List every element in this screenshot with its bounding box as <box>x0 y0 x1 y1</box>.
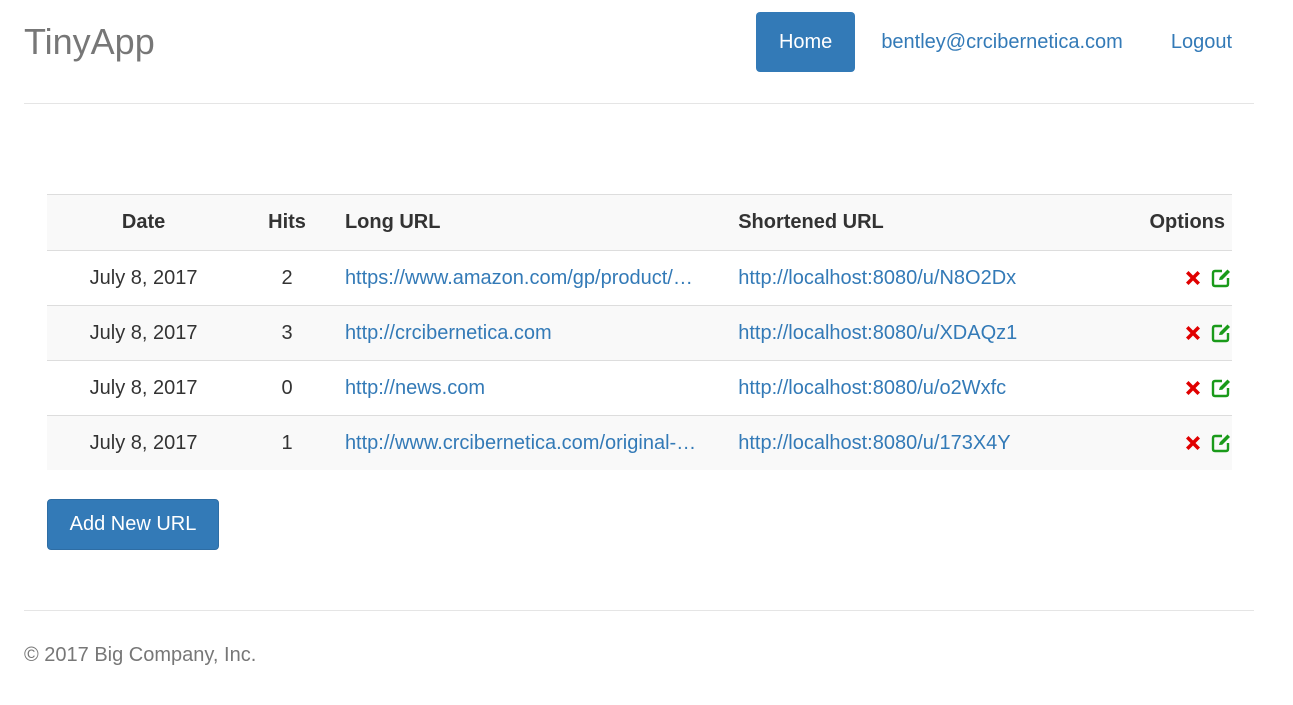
table-row: July 8, 2017 3 http://crcibernetica.com … <box>47 305 1232 361</box>
cell-hits: 0 <box>240 360 334 416</box>
long-url-link[interactable]: http://news.com <box>345 377 485 400</box>
delete-x-icon[interactable] <box>1182 377 1204 399</box>
column-header-hits: Hits <box>240 194 334 251</box>
cell-hits: 1 <box>240 415 334 470</box>
page: TinyApp Home bentley@crcibernetica.com L… <box>0 0 1293 705</box>
cell-date: July 8, 2017 <box>47 415 241 470</box>
delete-x-icon[interactable] <box>1182 267 1204 289</box>
cell-short-url: http://localhost:8080/u/N8O2Dx <box>726 250 1127 306</box>
header: TinyApp Home bentley@crcibernetica.com L… <box>24 0 1254 104</box>
cell-date: July 8, 2017 <box>47 360 241 416</box>
urls-table: Date Hits Long URL Shortened URL Options… <box>47 194 1232 470</box>
top-nav: Home bentley@crcibernetica.com Logout <box>755 12 1254 72</box>
table-row: July 8, 2017 2 https://www.amazon.com/gp… <box>47 250 1232 306</box>
cell-date: July 8, 2017 <box>47 305 241 361</box>
delete-x-icon[interactable] <box>1182 432 1204 454</box>
cell-short-url: http://localhost:8080/u/XDAQz1 <box>726 305 1127 361</box>
delete-x-icon[interactable] <box>1182 322 1204 344</box>
cell-long-url: https://www.amazon.com/gp/product/… <box>333 250 727 306</box>
cell-long-url: http://www.crcibernetica.com/original-… <box>333 415 727 470</box>
nav-home-button[interactable]: Home <box>755 12 856 72</box>
short-url-link[interactable]: http://localhost:8080/u/XDAQz1 <box>738 322 1017 344</box>
column-header-options: Options <box>1127 194 1232 251</box>
brand-logo[interactable]: TinyApp <box>24 20 155 64</box>
cell-hits: 2 <box>240 250 334 306</box>
nav-user-email-link[interactable]: bentley@crcibernetica.com <box>855 12 1146 72</box>
long-url-link[interactable]: https://www.amazon.com/gp/product/… <box>345 267 693 290</box>
cell-short-url: http://localhost:8080/u/o2Wxfc <box>726 360 1127 416</box>
cell-options <box>1127 360 1232 416</box>
column-header-short-url: Shortened URL <box>726 194 1127 251</box>
cell-long-url: http://crcibernetica.com <box>333 305 727 361</box>
short-url-link[interactable]: http://localhost:8080/u/N8O2Dx <box>738 267 1016 289</box>
long-url-link[interactable]: http://crcibernetica.com <box>345 322 552 345</box>
cell-hits: 3 <box>240 305 334 361</box>
cell-date: July 8, 2017 <box>47 250 241 306</box>
short-url-link[interactable]: http://localhost:8080/u/o2Wxfc <box>738 377 1006 399</box>
table-row: July 8, 2017 1 http://www.crcibernetica.… <box>47 415 1232 470</box>
edit-icon[interactable] <box>1210 322 1232 344</box>
add-new-url-button[interactable]: Add New URL <box>47 499 219 550</box>
edit-icon[interactable] <box>1210 267 1232 289</box>
column-header-long-url: Long URL <box>333 194 727 251</box>
cell-short-url: http://localhost:8080/u/173X4Y <box>726 415 1127 470</box>
short-url-link[interactable]: http://localhost:8080/u/173X4Y <box>738 432 1010 454</box>
footer: © 2017 Big Company, Inc. <box>24 610 1254 666</box>
nav-logout-link[interactable]: Logout <box>1146 12 1254 72</box>
cell-long-url: http://news.com <box>333 360 727 416</box>
edit-icon[interactable] <box>1210 377 1232 399</box>
column-header-date: Date <box>47 194 241 251</box>
table-header-row: Date Hits Long URL Shortened URL Options <box>47 194 1232 251</box>
table-row: July 8, 2017 0 http://news.com http://lo… <box>47 360 1232 416</box>
long-url-link[interactable]: http://www.crcibernetica.com/original-… <box>345 432 696 455</box>
cell-options <box>1127 305 1232 361</box>
cell-options <box>1127 415 1232 470</box>
cell-options <box>1127 250 1232 306</box>
edit-icon[interactable] <box>1210 432 1232 454</box>
copyright-text: © 2017 Big Company, Inc. <box>24 644 257 666</box>
